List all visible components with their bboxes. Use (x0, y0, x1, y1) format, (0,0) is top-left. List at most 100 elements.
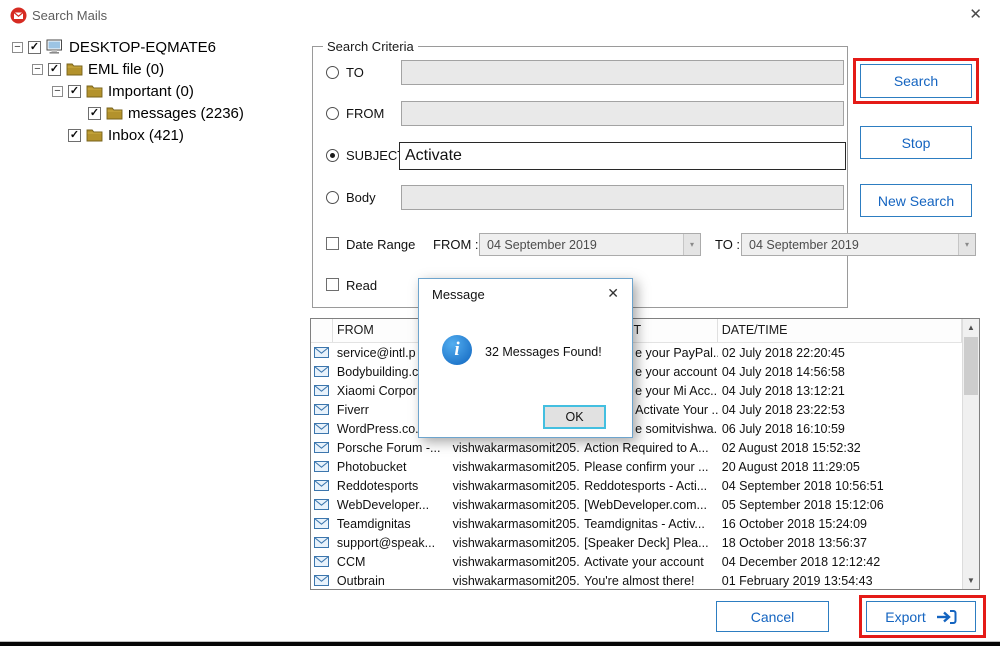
cell-from: support@speak... (336, 535, 436, 550)
cell-subject: Action Required to A... (584, 440, 709, 455)
tree-item-label: messages (2236) (128, 104, 244, 122)
collapse-toggle-icon[interactable]: − (52, 85, 63, 97)
table-row[interactable]: Teamdignitas vishwakarmasomit205... Teamdi… (311, 514, 962, 533)
date-to-value: 04 September 2019 (749, 237, 859, 252)
scroll-up-icon[interactable]: ▲ (963, 319, 979, 336)
tree-checkbox[interactable]: ✓ (68, 84, 81, 98)
scroll-down-icon[interactable]: ▼ (963, 572, 979, 589)
scrollbar-thumb[interactable] (964, 337, 978, 395)
cancel-button[interactable]: Cancel (716, 601, 829, 632)
table-row[interactable]: service@intl.p e your PayPal.. 02 July 201… (311, 343, 962, 362)
radio-body[interactable] (326, 191, 339, 204)
cell-datetime: 20 August 2018 11:29:05 (721, 459, 860, 474)
table-row[interactable]: Porsche Forum -... vishwakarmasomit205...… (311, 438, 962, 457)
mail-icon (311, 537, 333, 548)
table-row[interactable]: Xiaomi Corpor e your Mi Acc... 04 July 201… (311, 381, 962, 400)
criteria-row-body: Body (313, 184, 847, 212)
mail-icon (311, 461, 333, 472)
cell-subject: Teamdignitas - Activ... (584, 516, 705, 531)
mail-icon (311, 423, 333, 434)
message-dialog: Message ✕ i 32 Messages Found! OK (418, 278, 633, 438)
tree-checkbox[interactable]: ✓ (68, 128, 81, 142)
cell-from: Outbrain (336, 573, 385, 588)
from-input (401, 101, 844, 126)
column-header-date-time[interactable]: DATE/TIME (718, 319, 962, 342)
date-to-picker: 04 September 2019 ▾ (741, 233, 976, 256)
stop-button[interactable]: Stop (860, 126, 972, 159)
tree-item-important-0[interactable]: − ✓ Important (0) (8, 80, 304, 102)
tree-item-label: Inbox (421) (108, 126, 184, 144)
window-close-icon[interactable]: ✕ (969, 5, 982, 23)
folder-icon (86, 84, 103, 98)
criteria-row-to: TO (313, 59, 847, 87)
column-header-icon[interactable] (311, 319, 333, 342)
ok-button[interactable]: OK (543, 405, 606, 429)
field-label-subject: SUBJECT (346, 148, 406, 163)
read-checkbox[interactable] (326, 278, 339, 291)
tree-checkbox[interactable]: ✓ (28, 40, 41, 54)
field-label-from: FROM (346, 106, 385, 121)
date-range-checkbox[interactable] (326, 237, 339, 250)
info-icon: i (442, 335, 472, 365)
cell-datetime: 04 July 2018 14:56:58 (721, 364, 845, 379)
radio-to[interactable] (326, 66, 339, 79)
to-input (401, 60, 844, 85)
cell-from: Porsche Forum -... (336, 440, 441, 455)
tree-checkbox[interactable]: ✓ (88, 106, 101, 120)
cell-subject: Activate your account (584, 554, 704, 569)
tree-item-desktop-eqmate6[interactable]: − ✓ DESKTOP-EQMATE6 (8, 36, 304, 58)
cell-datetime: 04 July 2018 13:12:21 (721, 383, 845, 398)
mail-icon (311, 518, 333, 529)
radio-from[interactable] (326, 107, 339, 120)
tree-checkbox[interactable]: ✓ (48, 62, 61, 76)
criteria-row-from: FROM (313, 100, 847, 128)
mail-icon (311, 556, 333, 567)
cell-from: WebDeveloper... (336, 497, 430, 512)
tree-item-label: EML file (0) (88, 60, 165, 78)
app-logo-icon (10, 7, 27, 24)
mail-icon (311, 347, 333, 358)
cell-to: vishwakarmasomit205... (452, 516, 581, 531)
collapse-toggle-icon[interactable]: − (12, 41, 23, 53)
cell-datetime: 04 December 2018 12:12:42 (721, 554, 881, 569)
table-row[interactable]: Fiverr Activate Your ... 04 July 2018 23:2… (311, 400, 962, 419)
table-row[interactable]: Outbrain vishwakarmasomit205... You're alm… (311, 571, 962, 589)
mail-icon (311, 575, 333, 586)
table-row[interactable]: Reddotesports vishwakarmasomit205... Reddo… (311, 476, 962, 495)
date-range-row: Date Range FROM : 04 September 2019 ▾ TO… (313, 233, 1000, 257)
cell-subject: [Speaker Deck] Plea... (584, 535, 709, 550)
read-label: Read (346, 278, 378, 293)
vertical-scrollbar[interactable]: ▲ ▼ (962, 319, 979, 589)
folder-icon (66, 62, 83, 76)
tree-item-messages-2236[interactable]: ✓ messages (2236) (8, 102, 304, 124)
cell-datetime: 06 July 2018 16:10:59 (721, 421, 845, 436)
mail-icon (311, 499, 333, 510)
field-label-body: Body (346, 190, 376, 205)
tree-item-eml-file-0[interactable]: − ✓ EML file (0) (8, 58, 304, 80)
mail-icon (311, 366, 333, 377)
table-row[interactable]: Bodybuilding.c e your account 04 July 2018… (311, 362, 962, 381)
table-row[interactable]: CCM vishwakarmasomit205... Activate your a… (311, 552, 962, 571)
collapse-toggle-icon[interactable]: − (32, 63, 43, 75)
cell-from: CCM (336, 554, 366, 569)
dialog-close-icon[interactable]: ✕ (607, 285, 619, 302)
window-title: Search Mails (32, 8, 108, 23)
computer-icon (46, 39, 64, 55)
date-from-value: 04 September 2019 (487, 237, 597, 252)
folder-icon (106, 106, 123, 120)
results-table: FROMTOSUBJECTDATE/TIME service@intl.pe y… (310, 318, 980, 590)
new-search-button[interactable]: New Search (860, 184, 972, 217)
table-row[interactable]: support@speak... vishwakarmasomit205... [S… (311, 533, 962, 552)
search-button[interactable]: Search (860, 64, 972, 98)
export-arrow-icon (935, 609, 957, 625)
table-row[interactable]: Photobucket vishwakarmasomit205... Please … (311, 457, 962, 476)
cell-to: vishwakarmasomit205... (452, 497, 581, 512)
radio-subject[interactable] (326, 149, 339, 162)
table-row[interactable]: WebDeveloper... vishwakarmasomit205... [We… (311, 495, 962, 514)
table-row[interactable]: WordPress.co... e somitvishwa... 06 July 2… (311, 419, 962, 438)
date-from-label: FROM : (433, 237, 479, 252)
tree-item-inbox-421[interactable]: ✓ Inbox (421) (8, 124, 304, 146)
export-button[interactable]: Export (866, 601, 976, 632)
subject-input[interactable] (399, 142, 846, 170)
cell-from: Reddotesports (336, 478, 419, 493)
